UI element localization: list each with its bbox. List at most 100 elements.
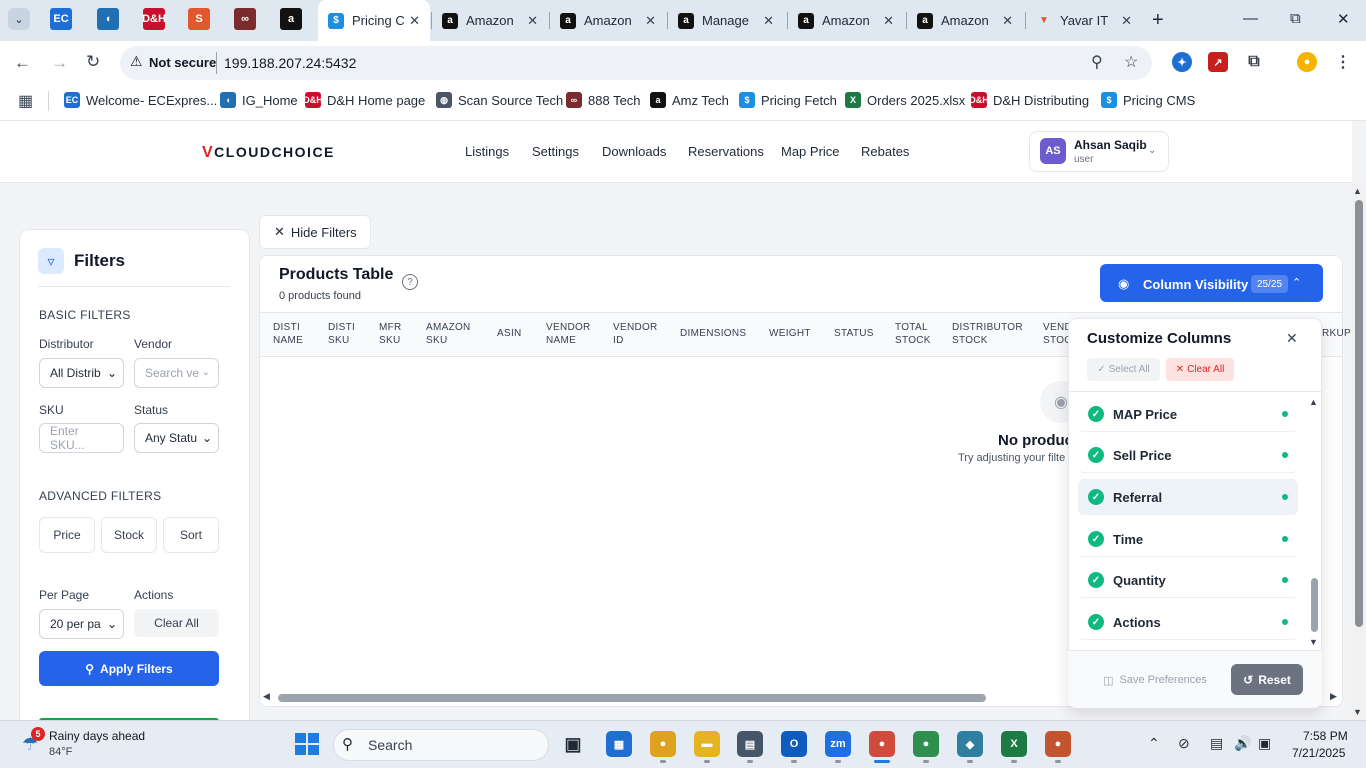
battery-icon[interactable]: ▣ bbox=[1258, 735, 1271, 752]
nav-rebates[interactable]: Rebates bbox=[861, 144, 909, 159]
nav-map-price[interactable]: Map Price bbox=[781, 144, 840, 159]
sku-input[interactable]: Enter SKU... bbox=[39, 423, 124, 453]
nav-reservations[interactable]: Reservations bbox=[688, 144, 764, 159]
column-header[interactable]: MFR SKU bbox=[379, 321, 402, 347]
clock-time[interactable]: 7:58 PM bbox=[1303, 729, 1348, 743]
close-icon[interactable]: ✕ bbox=[1002, 13, 1013, 29]
column-header[interactable]: VENDOR ID bbox=[613, 321, 658, 347]
reset-button[interactable]: ↺ Reset bbox=[1231, 664, 1303, 695]
bookmark-2[interactable]: ◖ IG_Home bbox=[220, 92, 298, 108]
volume-icon[interactable]: 🔊 bbox=[1234, 735, 1251, 752]
close-icon[interactable]: ✕ bbox=[645, 13, 656, 29]
column-toggle-quantity[interactable] bbox=[1078, 562, 1298, 598]
pinned-tab-amazon-icon[interactable]: a bbox=[280, 8, 302, 30]
bookmark-10[interactable]: $ Pricing CMS bbox=[1101, 92, 1195, 108]
chevron-down-icon[interactable]: ⌄ bbox=[1148, 145, 1156, 156]
url-text[interactable]: 199.188.207.24:5432 bbox=[224, 55, 356, 71]
display-icon[interactable]: ▤ bbox=[1210, 735, 1223, 752]
not-secure-icon[interactable]: ⚠ bbox=[130, 53, 143, 70]
scroll-down-icon[interactable]: ▼ bbox=[1353, 707, 1362, 717]
bookmark-6[interactable]: a Amz Tech bbox=[650, 92, 729, 108]
bookmark-5[interactable]: ∞ 888 Tech bbox=[566, 92, 641, 108]
taskbar-search[interactable] bbox=[333, 729, 549, 761]
column-header[interactable]: STATUS bbox=[834, 327, 874, 340]
column-header[interactable]: DISTI NAME bbox=[273, 321, 303, 347]
bookmark-3[interactable]: D&H D&H Home page bbox=[303, 92, 425, 108]
scroll-down-icon[interactable]: ▼ bbox=[1309, 637, 1318, 647]
nav-listings[interactable]: Listings bbox=[465, 144, 509, 159]
check-circle-icon[interactable]: ✓ bbox=[1088, 614, 1104, 630]
pinned-tab-888-icon[interactable]: ∞ bbox=[234, 8, 256, 30]
bookmark-7[interactable]: $ Pricing Fetch bbox=[739, 92, 837, 108]
status-select[interactable]: Any Statu ⌄ bbox=[134, 423, 219, 453]
tab-1[interactable]: $ Pricing C ✕ bbox=[318, 0, 430, 41]
close-icon[interactable]: ✕ bbox=[883, 13, 894, 29]
windows-start-icon[interactable] bbox=[295, 733, 319, 755]
clock-date[interactable]: 7/21/2025 bbox=[1292, 746, 1345, 760]
column-toggle-actions[interactable] bbox=[1078, 604, 1298, 640]
security-label[interactable]: Not secure bbox=[149, 55, 216, 70]
hide-filters-button[interactable]: ✕ Hide Filters bbox=[259, 215, 371, 249]
clear-all-filters-button[interactable]: Clear All bbox=[134, 609, 219, 637]
pinned-tab-scansource-icon[interactable]: S bbox=[188, 8, 210, 30]
close-icon[interactable]: ✕ bbox=[1286, 330, 1298, 347]
column-toggle-referral[interactable] bbox=[1078, 479, 1298, 515]
per-page-select[interactable]: 20 per pa ⌄ bbox=[39, 609, 124, 639]
extensions-puzzle-icon[interactable]: ⧉ bbox=[1244, 52, 1264, 72]
select-all-button[interactable]: ✓ Select All bbox=[1087, 358, 1160, 381]
vendor-search-input[interactable]: Search ve ⌄ bbox=[134, 358, 219, 388]
bookmark-4[interactable]: ◍ Scan Source Tech bbox=[436, 92, 563, 108]
tab-2[interactable]: a Amazon ✕ bbox=[432, 0, 548, 41]
chrome-profile-icon[interactable]: ● bbox=[869, 731, 895, 757]
column-header[interactable]: VENDOR NAME bbox=[546, 321, 591, 347]
close-icon[interactable]: ✕ bbox=[409, 13, 420, 29]
column-header[interactable]: WEIGHT bbox=[769, 327, 811, 340]
column-header[interactable]: DISTI SKU bbox=[328, 321, 355, 347]
pinned-tab-ec-icon[interactable]: EC bbox=[50, 8, 72, 30]
weather-title[interactable]: Rainy days ahead bbox=[49, 729, 145, 743]
reload-icon[interactable]: ↻ bbox=[86, 52, 100, 72]
tab-search-dropdown-icon[interactable]: ⌄ bbox=[8, 8, 30, 30]
horizontal-scroll-thumb[interactable] bbox=[278, 694, 986, 702]
taskview-icon[interactable]: ▣ bbox=[560, 731, 586, 757]
extension-globe-icon[interactable]: ✦ bbox=[1172, 52, 1192, 72]
close-icon[interactable]: ✕ bbox=[763, 13, 774, 29]
minimize-icon[interactable]: — bbox=[1243, 10, 1258, 27]
store-icon[interactable]: ▦ bbox=[606, 731, 632, 757]
bookmark-9[interactable]: D&H D&H Distributing bbox=[969, 92, 1089, 108]
close-window-icon[interactable]: ✕ bbox=[1337, 10, 1350, 28]
column-toggle-sell-price[interactable] bbox=[1078, 437, 1298, 473]
scroll-up-icon[interactable]: ▲ bbox=[1309, 397, 1318, 407]
tab-7[interactable]: ▼ Yavar IT ✕ bbox=[1026, 0, 1142, 41]
pinned-tab-ig-icon[interactable]: ◖ bbox=[97, 8, 119, 30]
check-circle-icon[interactable]: ✓ bbox=[1088, 531, 1104, 547]
column-header[interactable]: DISTRIBUTOR STOCK bbox=[952, 321, 1023, 347]
bookmark-star-icon[interactable]: ☆ bbox=[1124, 52, 1138, 72]
new-tab-button[interactable]: + bbox=[1152, 9, 1164, 32]
back-icon[interactable]: ← bbox=[14, 53, 31, 73]
forward-icon[interactable]: → bbox=[51, 53, 68, 73]
folder-icon[interactable]: ▬ bbox=[694, 731, 720, 757]
close-icon[interactable]: ✕ bbox=[527, 13, 538, 29]
chrome-profile2-icon[interactable]: ● bbox=[913, 731, 939, 757]
column-toggle-time[interactable] bbox=[1078, 521, 1298, 557]
bookmark-8[interactable]: X Orders 2025.xlsx bbox=[845, 92, 965, 108]
check-circle-icon[interactable]: ✓ bbox=[1088, 572, 1104, 588]
extension-pdf-icon[interactable]: ↗ bbox=[1208, 52, 1228, 72]
excel-icon[interactable]: X bbox=[1001, 731, 1027, 757]
check-circle-icon[interactable]: ✓ bbox=[1088, 489, 1104, 505]
tray-chevron-up-icon[interactable]: ⌃ bbox=[1148, 735, 1160, 752]
column-header-markup[interactable]: RKUP bbox=[1322, 327, 1351, 340]
scroll-right-icon[interactable]: ▶ bbox=[1330, 691, 1337, 702]
browser-menu-icon[interactable]: ⋮ bbox=[1333, 52, 1353, 72]
calculator-icon[interactable]: ▤ bbox=[737, 731, 763, 757]
apply-filters-button[interactable]: ⚲ Apply Filters bbox=[39, 651, 219, 686]
tab-3[interactable]: a Amazon ✕ bbox=[550, 0, 666, 41]
column-header[interactable]: ASIN bbox=[497, 327, 522, 340]
nav-settings[interactable]: Settings bbox=[532, 144, 579, 159]
tab-5[interactable]: a Amazon ✕ bbox=[788, 0, 904, 41]
avatar[interactable]: AS bbox=[1040, 138, 1066, 164]
help-icon[interactable]: ? bbox=[402, 274, 418, 290]
nav-downloads[interactable]: Downloads bbox=[602, 144, 666, 159]
bookmark-1[interactable]: EC Welcome- ECExpres... bbox=[64, 92, 217, 108]
